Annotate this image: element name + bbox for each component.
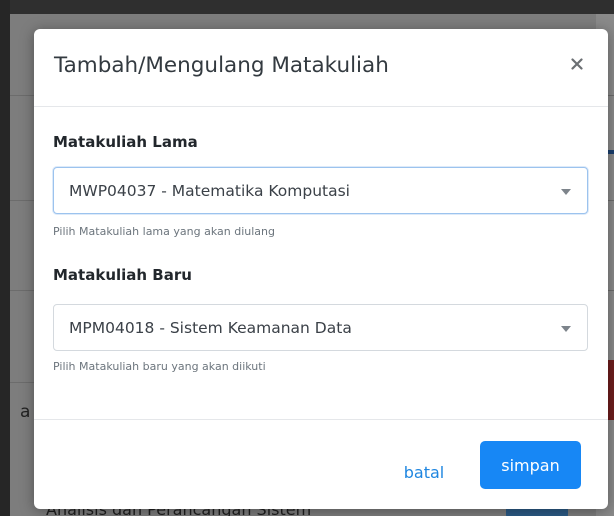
close-button[interactable]: [562, 49, 592, 79]
new-course-label: Matakuliah Baru: [53, 266, 192, 284]
old-course-label: Matakuliah Lama: [53, 133, 198, 151]
chevron-down-icon: [561, 326, 571, 332]
background-sidebar: [0, 0, 10, 516]
cancel-button[interactable]: batal: [389, 451, 459, 493]
new-course-help-text: Pilih Matakuliah baru yang akan diikuti: [53, 360, 266, 373]
modal-title: Tambah/Mengulang Matakuliah: [54, 53, 389, 78]
background-text-fragment: a: [20, 402, 31, 422]
old-course-selected-value: MWP04037 - Matematika Komputasi: [69, 181, 350, 200]
course-modal: Tambah/Mengulang Matakuliah Matakuliah L…: [34, 29, 608, 509]
save-button[interactable]: simpan: [480, 441, 581, 489]
modal-header: Tambah/Mengulang Matakuliah: [34, 29, 608, 107]
chevron-down-icon: [561, 189, 571, 195]
old-course-select[interactable]: MWP04037 - Matematika Komputasi: [53, 167, 588, 214]
old-course-help-text: Pilih Matakuliah lama yang akan diulang: [53, 225, 275, 238]
close-icon: [571, 58, 583, 70]
new-course-selected-value: MPM04018 - Sistem Keamanan Data: [69, 318, 352, 337]
new-course-select[interactable]: MPM04018 - Sistem Keamanan Data: [53, 304, 588, 351]
background-topbar: [0, 0, 614, 14]
